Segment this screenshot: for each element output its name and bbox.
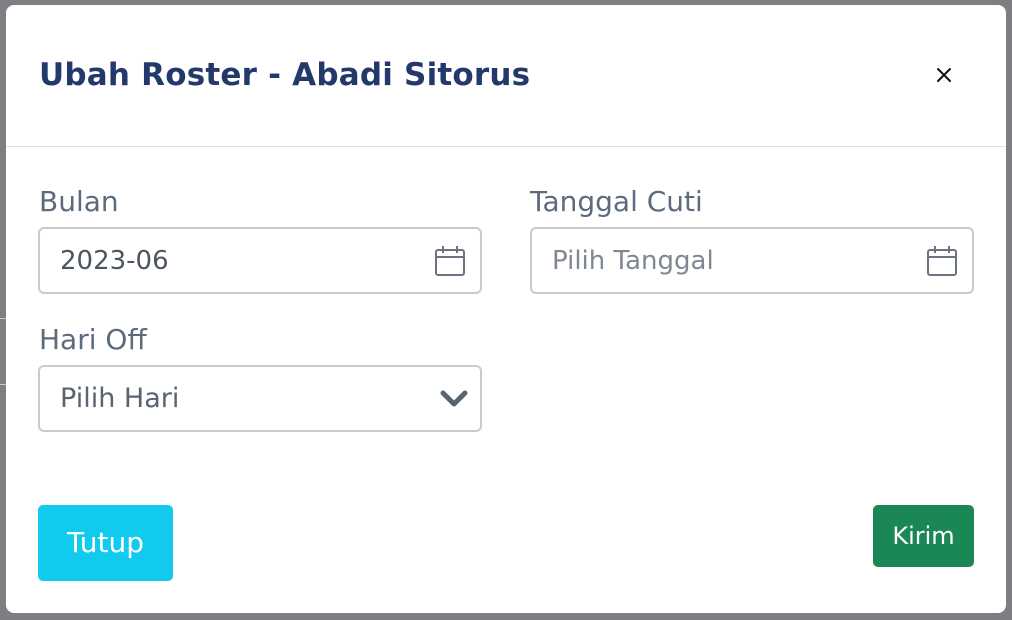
calendar-icon[interactable] xyxy=(926,245,958,277)
bulan-input[interactable] xyxy=(60,229,420,292)
bulan-field[interactable] xyxy=(38,227,482,294)
tanggal-cuti-field[interactable] xyxy=(530,227,974,294)
hari-off-select[interactable]: Pilih Hari xyxy=(38,365,482,432)
tanggal-cuti-input[interactable] xyxy=(552,229,912,292)
bulan-label: Bulan xyxy=(39,185,119,218)
hari-off-selected: Pilih Hari xyxy=(60,383,180,414)
tutup-button[interactable]: Tutup xyxy=(38,505,173,581)
modal-title: Ubah Roster - Abadi Sitorus xyxy=(39,57,531,93)
kirim-button[interactable]: Kirim xyxy=(873,505,974,567)
hari-off-label: Hari Off xyxy=(39,323,147,356)
tanggal-cuti-label: Tanggal Cuti xyxy=(530,185,703,218)
edit-roster-modal: Ubah Roster - Abadi Sitorus Bulan Tangga… xyxy=(6,5,1006,613)
calendar-icon[interactable] xyxy=(434,245,466,277)
chevron-down-icon xyxy=(440,390,468,407)
modal-header: Ubah Roster - Abadi Sitorus xyxy=(6,5,1006,147)
close-button[interactable] xyxy=(927,58,961,92)
close-icon xyxy=(937,68,951,82)
